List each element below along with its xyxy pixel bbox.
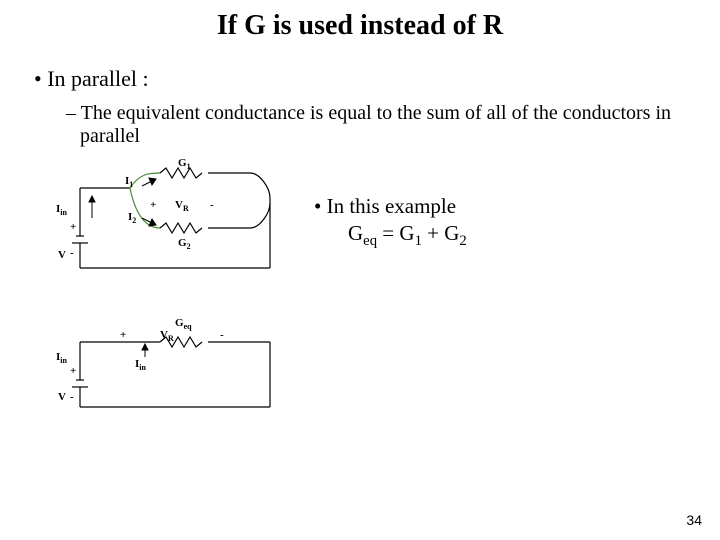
example-bullet: In this example	[300, 194, 467, 219]
vr-sub: R	[183, 204, 189, 213]
svg-text:VR: VR	[160, 329, 174, 343]
equation: Geq = G1 + G2	[300, 221, 467, 250]
svg-text:Geq: Geq	[175, 317, 192, 331]
minus-1: -	[210, 199, 214, 211]
page-number: 34	[686, 512, 702, 528]
g2-sub: 2	[187, 242, 191, 251]
eq-g2-sub: 2	[459, 233, 466, 249]
vr-sub-2: R	[168, 334, 174, 343]
plus-src-2: +	[70, 365, 76, 377]
svg-text:I2: I2	[128, 211, 136, 225]
plus-1: +	[150, 199, 156, 211]
circuit-equivalent-diagram: Geq + VR - Iin Iin V + -	[50, 312, 300, 422]
iin-sub-2: in	[139, 363, 146, 372]
minus-src-2: -	[70, 391, 74, 403]
content-row: G1 G2 I1 I2 Iin + VR - V + -	[0, 158, 720, 446]
circuit-parallel-diagram: G1 G2 I1 I2 Iin + VR - V + -	[50, 158, 300, 288]
diagram-column: G1 G2 I1 I2 Iin + VR - V + -	[0, 158, 300, 446]
g1-sub: 1	[187, 162, 191, 171]
eq-g1-sub: 1	[415, 233, 422, 249]
bullet-parallel-text: In parallel :	[47, 66, 148, 91]
vr-label-2: V	[160, 329, 168, 341]
bullet-equivalent-text: The equivalent conductance is equal to t…	[80, 102, 671, 147]
slide: If G is used instead of R In parallel : …	[0, 0, 720, 540]
svg-text:Iin: Iin	[56, 203, 68, 217]
eq-plus: + G	[422, 221, 460, 245]
svg-text:G2: G2	[178, 237, 191, 251]
v-label-2: V	[58, 391, 66, 403]
vr-label: V	[175, 199, 183, 211]
v-label-1: V	[58, 249, 66, 261]
minus-src-1: -	[70, 247, 74, 259]
example-lead: In this example	[327, 194, 456, 218]
bullet-equivalent: The equivalent conductance is equal to t…	[66, 102, 680, 148]
svg-text:Iin: Iin	[56, 351, 68, 365]
slide-title: If G is used instead of R	[0, 10, 720, 42]
svg-text:Iin: Iin	[135, 358, 147, 372]
example-column: In this example Geq = G1 + G2	[300, 158, 467, 250]
plus-src-1: +	[70, 221, 76, 233]
i2-sub: 2	[132, 216, 136, 225]
svg-text:VR: VR	[175, 199, 189, 213]
iin-sub-1: in	[60, 208, 67, 217]
geq-sub: eq	[184, 322, 193, 331]
svg-text:G1: G1	[178, 158, 191, 171]
bullet-parallel: In parallel :	[34, 66, 720, 92]
eq-geq-sub: eq	[363, 233, 377, 249]
svg-text:I1: I1	[125, 175, 133, 189]
eq-geq: G	[348, 221, 363, 245]
iin-sub-3: in	[60, 356, 67, 365]
i1-sub: 1	[129, 180, 133, 189]
minus-2: -	[220, 329, 224, 341]
eq-mid: = G	[377, 221, 415, 245]
plus-2: +	[120, 329, 126, 341]
